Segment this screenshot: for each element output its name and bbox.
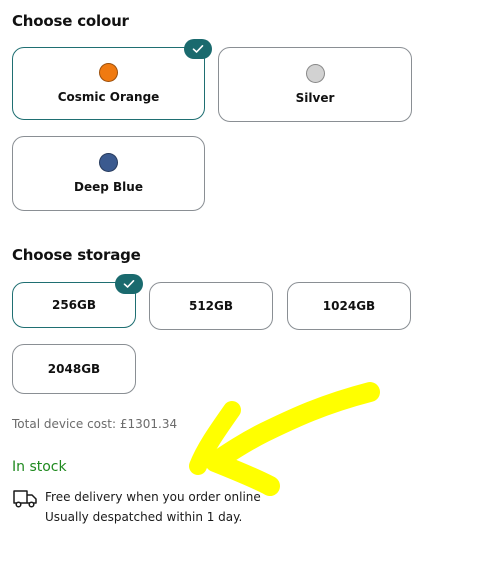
delivery-info: Free delivery when you order online Usua… [12, 487, 261, 527]
total-device-cost: Total device cost: £1301.34 [12, 417, 178, 431]
storage-option-label: 1024GB [322, 299, 376, 313]
deep-blue-swatch [99, 153, 118, 172]
colour-option-label: Deep Blue [74, 180, 143, 194]
colour-option-label: Silver [295, 91, 335, 105]
silver-swatch [305, 64, 325, 83]
storage-option-label: 512GB [188, 299, 234, 313]
colour-option-label: Cosmic Orange [57, 90, 160, 104]
storage-option-2048gb[interactable]: 2048GB [12, 344, 136, 394]
storage-option-256gb[interactable]: 256GB [12, 274, 143, 328]
delivery-line-despatch: Usually despatched within 1 day. [45, 510, 243, 524]
cosmic-orange-swatch [99, 63, 118, 82]
storage-option-1024gb[interactable]: 1024GB [287, 282, 411, 330]
delivery-line-free: Free delivery when you order online [45, 490, 261, 504]
stock-status: In stock [12, 459, 67, 475]
colour-option-cosmic-orange[interactable]: Cosmic Orange [12, 39, 212, 120]
selected-check-icon [184, 39, 212, 59]
storage-option-label: 256GB [51, 298, 97, 312]
selected-check-icon [115, 274, 143, 294]
delivery-truck-icon [12, 488, 38, 510]
storage-heading: Choose storage [12, 246, 141, 264]
colour-option-deep-blue[interactable]: Deep Blue [12, 136, 205, 211]
storage-option-512gb[interactable]: 512GB [149, 282, 273, 330]
colour-heading: Choose colour [12, 12, 129, 30]
storage-option-label: 2048GB [47, 362, 101, 376]
colour-option-silver[interactable]: Silver [218, 47, 412, 122]
